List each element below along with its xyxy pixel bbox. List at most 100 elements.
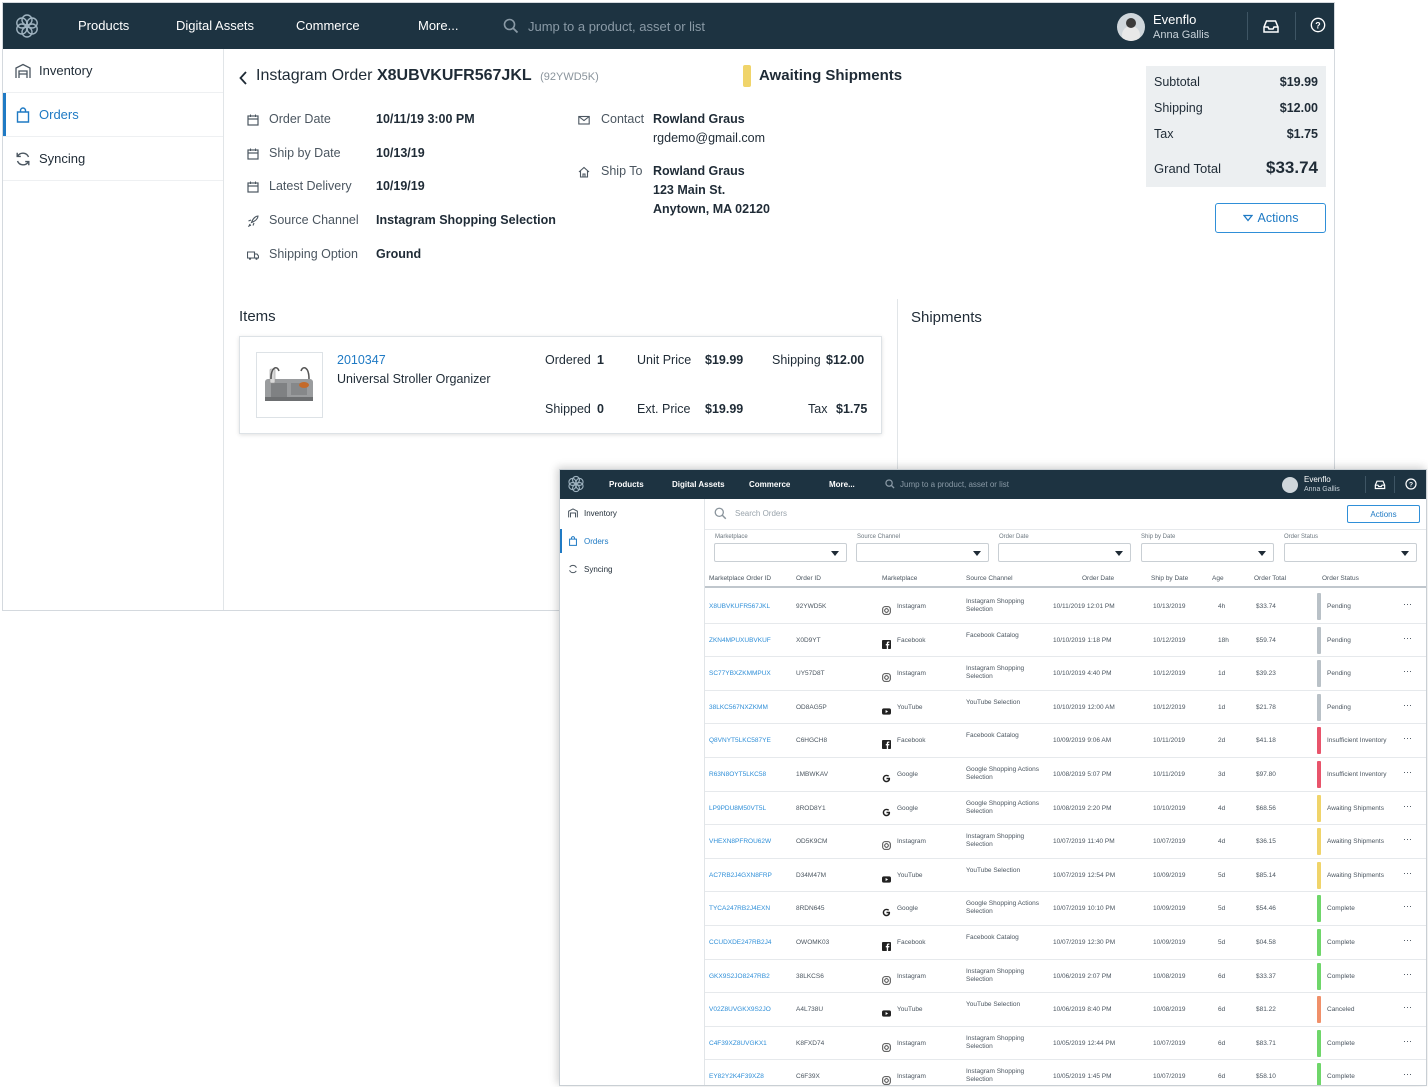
nav-more[interactable]: More... [418,18,458,33]
marketplace-order-id-link[interactable]: GKX9S2JO8247RB2 [709,973,770,980]
marketplace-order-id-link[interactable]: C4F39XZ8UVGKX1 [709,1040,767,1047]
marketplace-order-id-link[interactable]: R63N8OYT5LKC58 [709,771,766,778]
marketplace-order-id-link[interactable]: AC7RB2J4GXN8FRP [709,872,772,879]
nav-digital-assets[interactable]: Digital Assets [672,480,725,489]
table-row[interactable]: R63N8OYT5LKC58 1MBWKAV Google Google Shoppi… [705,758,1426,792]
column-header[interactable]: Marketplace [882,575,917,582]
table-row[interactable]: C4F39XZ8UVGKX1 K8FXD74 Instagram Instagram … [705,1027,1426,1061]
table-row[interactable]: ZKN4MPUXUBVKUF X0D9YT Facebook Facebook Cat… [705,624,1426,658]
filter-select-source-channel[interactable] [856,543,989,562]
nav-products[interactable]: Products [609,480,644,489]
marketplace-order-id-link[interactable]: LP9PDU8M50VT5L [709,805,766,812]
nav-commerce[interactable]: Commerce [296,18,360,33]
global-search-input[interactable]: Jump to a product, asset or list [900,480,1009,489]
nav-products[interactable]: Products [78,18,129,33]
more-options-icon[interactable]: ⋯ [1403,969,1413,980]
table-row[interactable]: GKX9S2JO8247RB2 38LKCS6 Instagram Instagram… [705,960,1426,994]
filter-select-ship-by-date[interactable] [1141,543,1274,562]
table-row[interactable]: CCUDXDE247RB2J4 OWOMK03 Facebook Facebook C… [705,926,1426,960]
more-options-icon[interactable]: ⋯ [1403,901,1413,912]
order-total-cell: $04.58 [1256,939,1276,946]
more-options-icon[interactable]: ⋯ [1403,767,1413,778]
column-header[interactable]: Ship by Date [1151,575,1188,582]
filter-select-marketplace[interactable] [714,543,847,562]
status-color-indicator [1317,761,1321,788]
more-options-icon[interactable]: ⋯ [1403,868,1413,879]
avatar[interactable] [1117,13,1145,41]
avatar[interactable] [1282,477,1298,493]
company-name: Evenflo [1153,12,1197,27]
marketplace-order-id-link[interactable]: EY82Y2K4F39XZ8 [709,1073,764,1080]
column-header[interactable]: Source Channel [966,575,1013,582]
table-row[interactable]: TYCA247RB2J4EXN 8RDN645 Google Google Shopp… [705,892,1426,926]
product-thumbnail[interactable] [256,352,323,418]
shipped-value: 0 [597,402,604,416]
app-logo-icon[interactable] [14,13,40,39]
marketplace-order-id-link[interactable]: SC77YBXZKMMPUX [709,670,771,677]
actions-button[interactable]: Actions [1347,505,1420,523]
help-icon[interactable]: ? [1405,478,1417,490]
more-options-icon[interactable]: ⋯ [1403,599,1413,610]
sidebar-item-inventory[interactable]: Inventory [3,49,223,93]
column-header[interactable]: Order Total [1254,575,1286,582]
more-options-icon[interactable]: ⋯ [1403,834,1413,845]
nav-commerce[interactable]: Commerce [749,480,790,489]
filter-select-order-status[interactable] [1284,543,1417,562]
table-row[interactable]: X8UBVKUFR567JKL 92YWD5K Instagram Instagram… [705,590,1426,624]
filter-select-order-date[interactable] [998,543,1131,562]
search-icon[interactable] [714,507,727,520]
marketplace-order-id-link[interactable]: CCUDXDE247RB2J4 [709,939,772,946]
table-row[interactable]: 38LKC567NXZKMM OD8AG5P YouTube YouTube Sele… [705,691,1426,725]
more-options-icon[interactable]: ⋯ [1403,1036,1413,1047]
table-row[interactable]: EY82Y2K4F39XZ8 C6F39X Instagram Instagram S… [705,1060,1426,1085]
nav-more[interactable]: More... [829,480,855,489]
more-options-icon[interactable]: ⋯ [1403,700,1413,711]
contact-email[interactable]: rgdemo@gmail.com [653,131,765,145]
search-orders-input[interactable]: Search Orders [735,509,787,518]
more-options-icon[interactable]: ⋯ [1403,1002,1413,1013]
column-header[interactable]: Order ID [796,575,821,582]
more-options-icon[interactable]: ⋯ [1403,1069,1413,1080]
table-row[interactable]: V02Z8UVGKX9S2JO A4L738U YouTube YouTube Sel… [705,993,1426,1027]
search-icon[interactable] [503,18,519,34]
chevron-left-icon[interactable] [238,70,248,86]
actions-button[interactable]: Actions [1215,203,1326,233]
column-header[interactable]: Marketplace Order ID [709,575,771,582]
sidebar-item-syncing[interactable]: Syncing [560,555,704,583]
column-header[interactable]: Order Status [1322,575,1359,582]
marketplace-order-id-link[interactable]: TYCA247RB2J4EXN [709,905,770,912]
column-header[interactable]: Age [1212,575,1224,582]
marketplace-order-id-link[interactable]: ZKN4MPUXUBVKUF [709,637,771,644]
more-options-icon[interactable]: ⋯ [1403,633,1413,644]
more-options-icon[interactable]: ⋯ [1403,666,1413,677]
order-total-cell: $39.23 [1256,670,1276,678]
app-logo-icon[interactable] [567,475,585,493]
ordered-value: 1 [597,353,604,367]
search-icon[interactable] [885,479,895,489]
table-row[interactable]: VHEXN8PFROU62W OD5K9CM Instagram Instagram … [705,825,1426,859]
table-row[interactable]: AC7RB2J4GXN8FRP D34M47M YouTube YouTube Sel… [705,859,1426,893]
sidebar-item-orders[interactable]: Orders [3,93,223,137]
sidebar-item-orders[interactable]: Orders [560,527,704,555]
marketplace-order-id-link[interactable]: 38LKC567NXZKMM [709,704,768,711]
inbox-icon[interactable] [1374,479,1386,490]
marketplace-order-id-link[interactable]: V02Z8UVGKX9S2JO [709,1006,771,1013]
marketplace-order-id-link[interactable]: VHEXN8PFROU62W [709,838,771,845]
sidebar-item-inventory[interactable]: Inventory [560,499,704,527]
marketplace-order-id-link[interactable]: X8UBVKUFR567JKL [709,603,770,610]
more-options-icon[interactable]: ⋯ [1403,935,1413,946]
table-row[interactable]: LP9PDU8M50VT5L 8ROD8Y1 Google Google Shoppi… [705,792,1426,826]
column-header[interactable]: Order Date [1082,575,1114,582]
marketplace-order-id-link[interactable]: Q8VNYT5LKC587YE [709,737,771,744]
table-row[interactable]: SC77YBXZKMMPUX UY57D8T Instagram Instagram … [705,657,1426,691]
more-options-icon[interactable]: ⋯ [1403,801,1413,812]
global-search-input[interactable]: Jump to a product, asset or list [528,19,705,34]
more-options-icon[interactable]: ⋯ [1403,733,1413,744]
sidebar-item-syncing[interactable]: Syncing [3,137,223,181]
filter-label-order-date: Order Date [999,534,1029,540]
help-icon[interactable]: ? [1309,17,1327,33]
inbox-icon[interactable] [1262,18,1280,34]
table-row[interactable]: Q8VNYT5LKC587YE C6HGCH8 Facebook Facebook C… [705,724,1426,758]
nav-digital-assets[interactable]: Digital Assets [176,18,254,33]
item-sku-link[interactable]: 2010347 [337,353,386,367]
